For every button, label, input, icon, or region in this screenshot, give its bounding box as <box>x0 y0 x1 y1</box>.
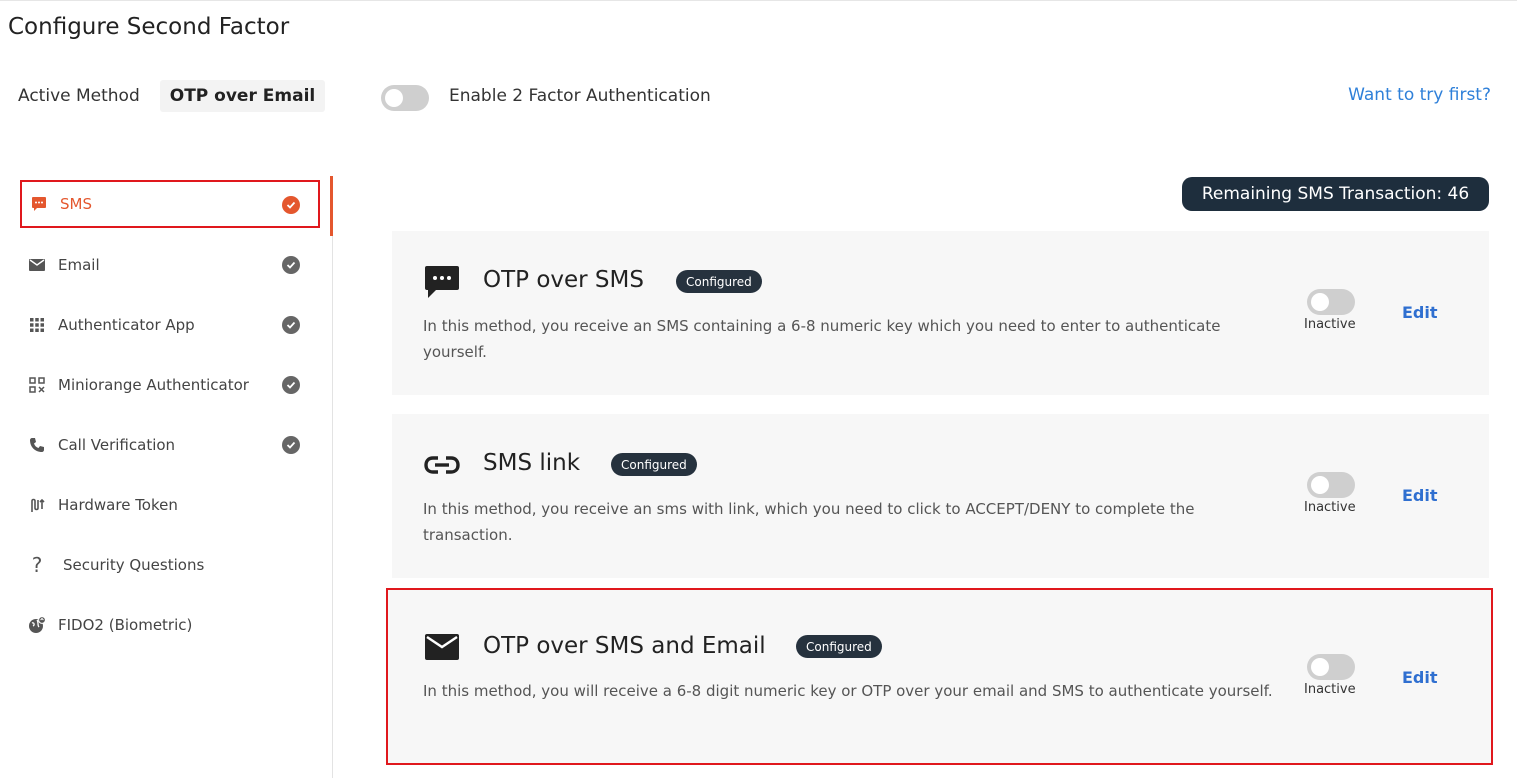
sidebar-item-label: Security Questions <box>63 556 205 574</box>
sidebar-item-sms[interactable]: SMS <box>20 180 320 228</box>
method-status: Inactive <box>1304 500 1356 515</box>
edit-button[interactable]: Edit <box>1402 486 1438 505</box>
active-method-row: Active Method OTP over Email <box>18 79 326 113</box>
top-divider <box>0 0 1517 1</box>
sidebar-item-label: Authenticator App <box>58 316 195 334</box>
active-method-label: Active Method <box>18 86 140 106</box>
configured-badge: Configured <box>796 635 882 658</box>
method-card-otp-sms-email: OTP over SMS and Email Configured In thi… <box>386 588 1493 765</box>
link-icon <box>424 448 460 482</box>
sidebar-item-label: Call Verification <box>58 436 176 454</box>
enable-2fa-toggle[interactable] <box>381 85 429 111</box>
sidebar-item-label: Hardware Token <box>58 496 178 514</box>
sidebar-item-miniorange-authenticator[interactable]: Miniorange Authenticator <box>20 360 320 410</box>
try-first-link[interactable]: Want to try first? <box>1348 85 1491 105</box>
sidebar-item-security-questions[interactable]: ? Security Questions <box>20 540 320 590</box>
sidebar-item-authenticator-app[interactable]: Authenticator App <box>20 300 320 350</box>
method-card-otp-sms: OTP over SMS Configured In this method, … <box>392 231 1489 395</box>
method-status: Inactive <box>1304 682 1356 697</box>
sidebar-item-label: FIDO2 (Biometric) <box>58 616 193 634</box>
method-card-sms-link: SMS link Configured In this method, you … <box>392 414 1489 578</box>
sidebar-item-label: Email <box>58 256 100 274</box>
check-icon <box>282 316 300 334</box>
sms-bubble-icon <box>424 265 460 299</box>
check-icon <box>282 436 300 454</box>
check-icon <box>282 196 300 214</box>
method-toggle[interactable] <box>1307 289 1355 315</box>
method-description: In this method, you will receive a 6-8 d… <box>423 682 1273 700</box>
method-status: Inactive <box>1304 317 1356 332</box>
sidebar-item-hardware-token[interactable]: Hardware Token <box>20 480 320 530</box>
method-toggle[interactable] <box>1307 654 1355 680</box>
page-title: Configure Second Factor <box>8 14 290 40</box>
method-description: In this method, you receive an sms with … <box>423 500 1195 544</box>
configured-badge: Configured <box>611 453 697 476</box>
toggle-knob <box>385 89 403 107</box>
configured-badge: Configured <box>676 270 762 293</box>
qr-code-icon <box>28 376 46 394</box>
method-title: OTP over SMS <box>483 267 644 293</box>
toggle-knob <box>1311 658 1329 676</box>
token-icon <box>28 496 46 514</box>
sidebar-item-call-verification[interactable]: Call Verification <box>20 420 320 470</box>
toggle-knob <box>1311 293 1329 311</box>
envelope-icon <box>424 630 460 664</box>
active-method-value: OTP over Email <box>159 80 326 112</box>
sidebar-active-indicator <box>330 176 333 236</box>
grid-icon <box>28 316 46 334</box>
sidebar-item-label: Miniorange Authenticator <box>58 376 249 394</box>
sms-icon <box>30 195 48 213</box>
method-title: SMS link <box>483 450 581 476</box>
sidebar-item-email[interactable]: Email <box>20 240 320 290</box>
fingerprint-globe-icon <box>28 616 46 634</box>
question-icon: ? <box>31 553 43 577</box>
edit-button[interactable]: Edit <box>1402 303 1438 322</box>
email-icon <box>28 256 46 274</box>
method-toggle[interactable] <box>1307 472 1355 498</box>
method-sidebar: SMS Email Authenticator App Miniorange A… <box>20 176 333 778</box>
edit-button[interactable]: Edit <box>1402 668 1438 687</box>
check-icon <box>282 256 300 274</box>
remaining-sms-badge: Remaining SMS Transaction: 46 <box>1182 177 1489 211</box>
method-title: OTP over SMS and Email <box>483 633 766 659</box>
toggle-knob <box>1311 476 1329 494</box>
sidebar-item-label: SMS <box>60 195 92 213</box>
check-icon <box>282 376 300 394</box>
method-description: In this method, you receive an SMS conta… <box>423 317 1221 361</box>
enable-2fa-label: Enable 2 Factor Authentication <box>449 86 711 106</box>
phone-icon <box>28 436 46 454</box>
sidebar-item-fido2[interactable]: FIDO2 (Biometric) <box>20 600 320 650</box>
